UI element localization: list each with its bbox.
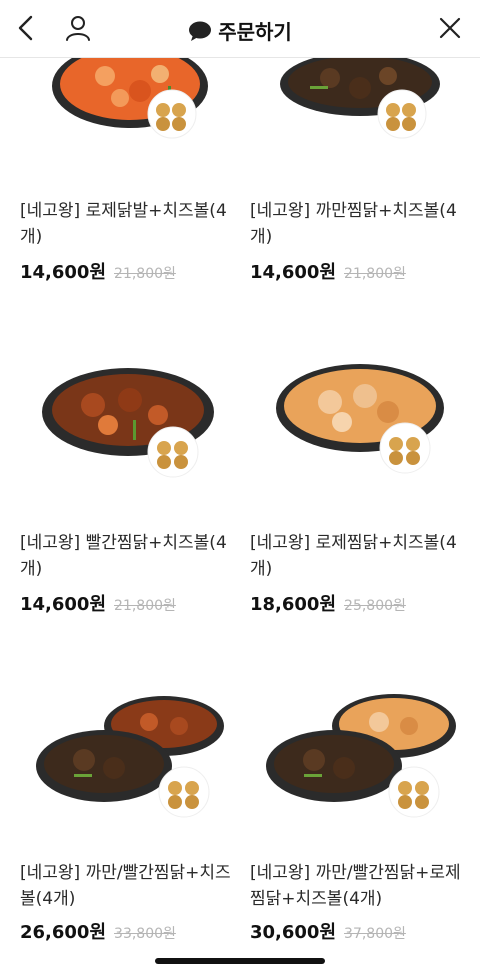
sale-price: 18,600원: [250, 594, 337, 615]
page-title-text: 주문하기: [218, 20, 292, 44]
price-row: 30,600원 37,800원: [250, 918, 406, 944]
original-price: 33,800원: [114, 926, 176, 942]
original-price: 37,800원: [344, 926, 406, 942]
product-card[interactable]: [네고왕] 까만/빨간찜닭+치즈볼(4개) 26,600원 33,800원: [20, 678, 240, 943]
product-name: [네고왕] 로제찜닭+치즈볼(4개): [250, 533, 457, 579]
product-card[interactable]: [네고왕] 로제닭발+치즈볼(4개) 14,600원 21,800원: [20, 58, 240, 288]
sale-price: 14,600원: [250, 262, 337, 283]
page-title: 주문하기: [0, 16, 480, 45]
close-button[interactable]: [432, 10, 468, 46]
product-image: [280, 58, 440, 139]
product-image: [276, 364, 444, 474]
original-price: 21,800원: [114, 598, 176, 614]
sale-price: 14,600원: [20, 594, 107, 615]
price-row: 14,600원 21,800원: [250, 258, 406, 284]
top-bar: 주문하기: [0, 0, 480, 58]
sale-price: 26,600원: [20, 922, 107, 943]
product-name: [네고왕] 까만/빨간찜닭+치즈볼(4개): [20, 863, 231, 909]
product-image: [266, 694, 456, 818]
product-name: [네고왕] 까만찜닭+치즈볼(4개): [250, 201, 457, 247]
price-row: 14,600원 21,800원: [20, 590, 176, 616]
original-price: 21,800원: [114, 266, 176, 282]
product-grid: [네고왕] 로제닭발+치즈볼(4개) 14,600원 21,800원 [네고왕]…: [0, 58, 480, 974]
product-name: [네고왕] 빨간찜닭+치즈볼(4개): [20, 533, 227, 579]
product-image: [42, 368, 214, 478]
chat-bubble-icon: [189, 21, 212, 41]
product-image: [36, 696, 224, 818]
product-card[interactable]: [네고왕] 까만/빨간찜닭+로제찜닭+치즈볼(4개) 30,600원 37,80…: [250, 678, 470, 943]
original-price: 21,800원: [344, 266, 406, 282]
product-image: [52, 58, 208, 139]
price-row: 14,600원 21,800원: [20, 258, 176, 284]
price-row: 18,600원 25,800원: [250, 590, 406, 616]
home-indicator[interactable]: [155, 958, 325, 964]
product-name: [네고왕] 까만/빨간찜닭+로제찜닭+치즈볼(4개): [250, 863, 461, 909]
original-price: 25,800원: [344, 598, 406, 614]
product-card[interactable]: [네고왕] 까만찜닭+치즈볼(4개) 14,600원 21,800원: [250, 58, 470, 288]
product-name: [네고왕] 로제닭발+치즈볼(4개): [20, 201, 227, 247]
sale-price: 30,600원: [250, 922, 337, 943]
sale-price: 14,600원: [20, 262, 107, 283]
product-card[interactable]: [네고왕] 빨간찜닭+치즈볼(4개) 14,600원 21,800원: [20, 358, 240, 615]
price-row: 26,600원 33,800원: [20, 918, 176, 944]
product-card[interactable]: [네고왕] 로제찜닭+치즈볼(4개) 18,600원 25,800원: [250, 358, 470, 615]
close-icon: [439, 17, 461, 39]
